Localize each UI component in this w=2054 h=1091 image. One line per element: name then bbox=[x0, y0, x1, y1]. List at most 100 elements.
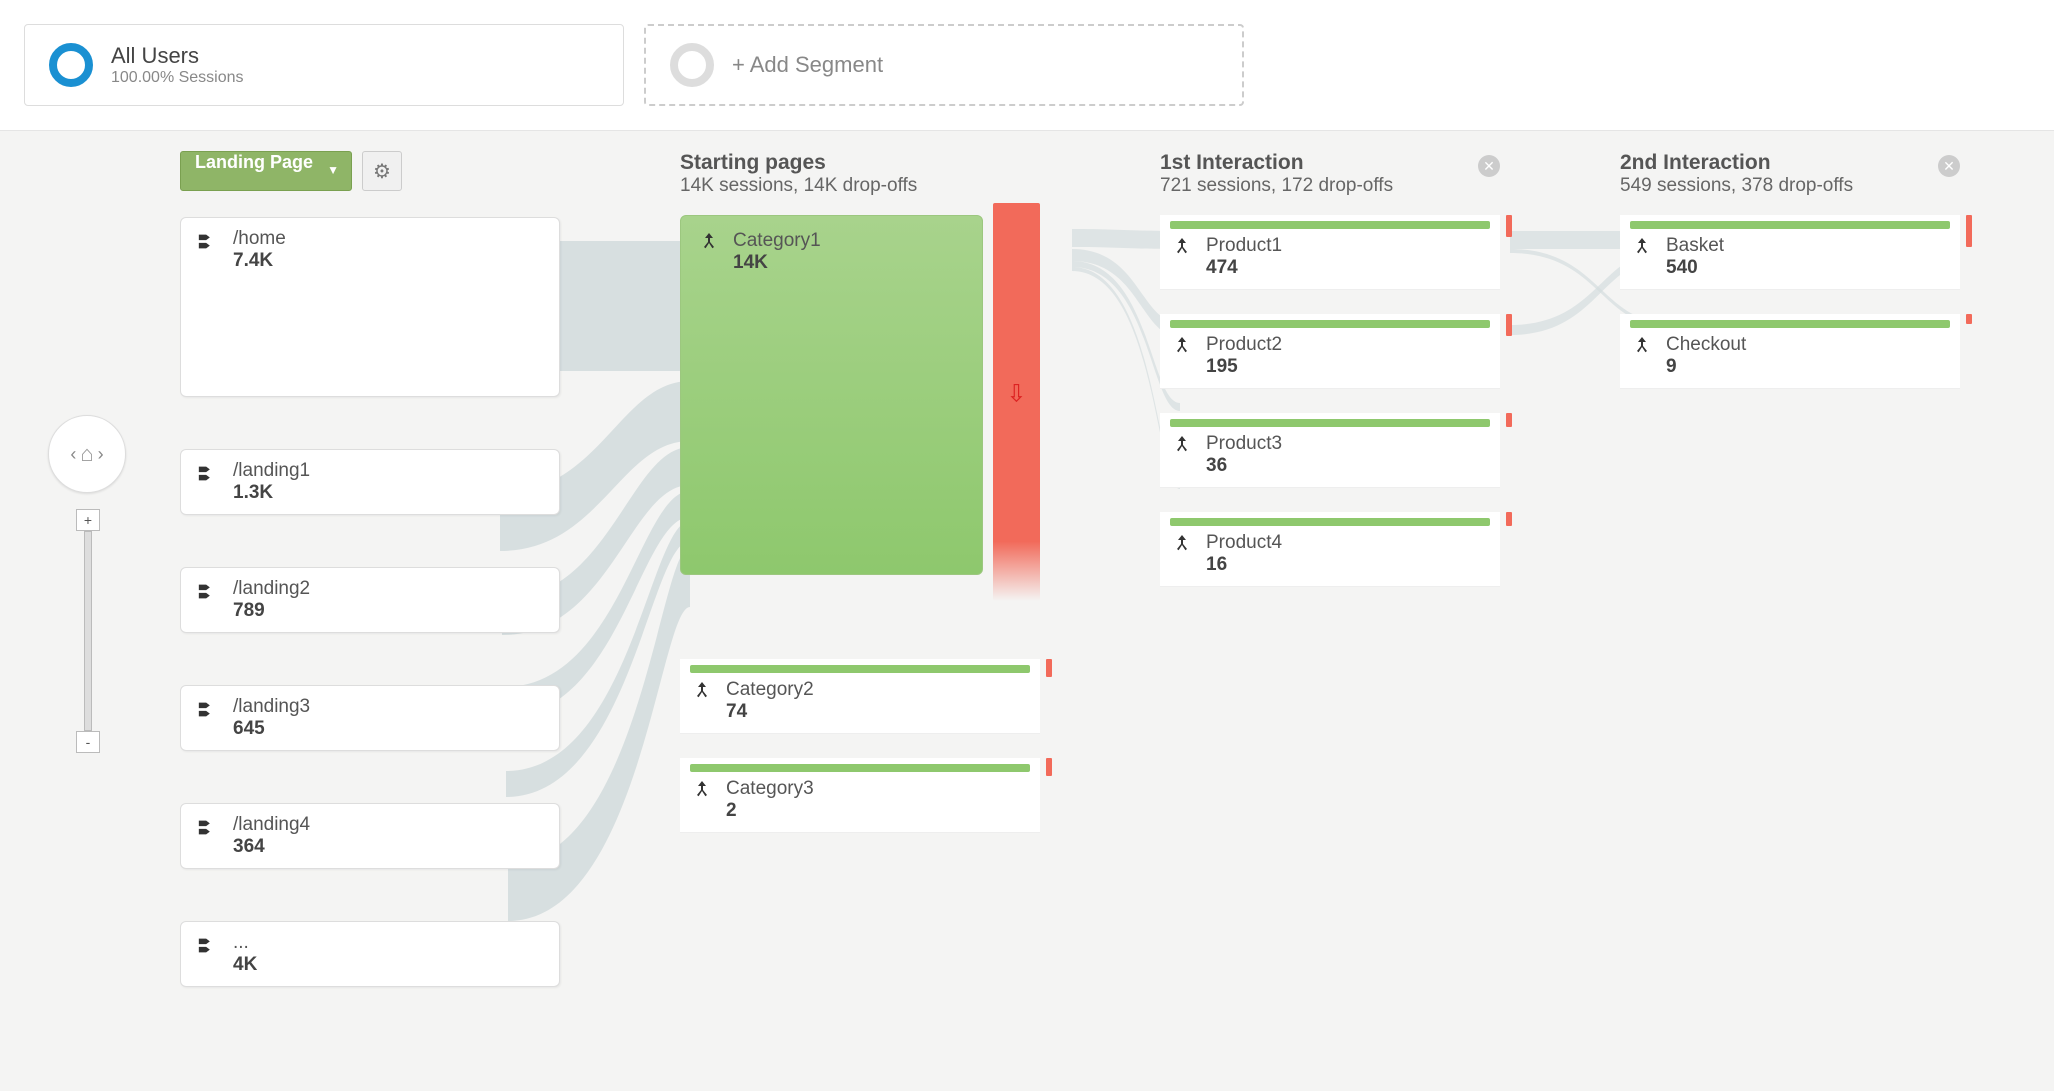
merge-icon bbox=[1170, 235, 1194, 259]
flow-node[interactable]: Category3 2 bbox=[680, 758, 1040, 833]
flow-node[interactable]: Category2 74 bbox=[680, 659, 1040, 734]
segment-subtitle: 100.00% Sessions bbox=[111, 69, 244, 87]
merge-icon bbox=[690, 679, 714, 703]
source-value: 7.4K bbox=[233, 250, 286, 272]
dropoff-mark bbox=[1506, 512, 1512, 526]
col2-title: 1st Interaction bbox=[1160, 151, 1500, 175]
col1-title: Starting pages bbox=[680, 151, 1040, 175]
source-label: /landing2 bbox=[233, 578, 310, 600]
column-second-interaction: 2nd Interaction 549 sessions, 378 drop-o… bbox=[1600, 151, 1980, 1039]
col2-subtitle: 721 sessions, 172 drop-offs bbox=[1160, 175, 1500, 197]
merge-icon bbox=[1170, 532, 1194, 556]
node-label: Product2 bbox=[1206, 334, 1282, 356]
node-label: Category1 bbox=[733, 230, 821, 252]
source-label: /landing3 bbox=[233, 696, 310, 718]
source-arrows-icon bbox=[195, 696, 221, 722]
source-node[interactable]: /home 7.4K bbox=[180, 217, 560, 397]
source-label: /landing4 bbox=[233, 814, 310, 836]
source-label: /home bbox=[233, 228, 286, 250]
merge-icon bbox=[1170, 334, 1194, 358]
source-arrows-icon bbox=[195, 814, 221, 840]
flow-node[interactable]: Checkout 9 bbox=[1620, 314, 1960, 389]
dropoff-mark bbox=[1506, 215, 1512, 237]
throughput-bar bbox=[1170, 320, 1490, 328]
segment-add-circle-icon bbox=[670, 43, 714, 87]
dimension-select[interactable]: Landing Page bbox=[180, 151, 352, 191]
flow-node[interactable]: Product1 474 bbox=[1160, 215, 1500, 290]
col3-close-button[interactable]: ✕ bbox=[1938, 155, 1960, 177]
source-node[interactable]: /landing3 645 bbox=[180, 685, 560, 751]
merge-icon bbox=[1630, 334, 1654, 358]
node-value: 36 bbox=[1206, 455, 1282, 477]
source-node[interactable]: /landing2 789 bbox=[180, 567, 560, 633]
throughput-bar bbox=[690, 665, 1030, 673]
source-label: ... bbox=[233, 932, 257, 954]
dropoff-mark bbox=[1966, 314, 1972, 324]
segment-bar: All Users 100.00% Sessions + Add Segment bbox=[0, 0, 2054, 131]
segment-all-users[interactable]: All Users 100.00% Sessions bbox=[24, 24, 624, 106]
source-arrows-icon bbox=[195, 228, 221, 254]
merge-icon bbox=[1170, 433, 1194, 457]
flow-node[interactable]: Product4 16 bbox=[1160, 512, 1500, 587]
column-first-interaction: 1st Interaction 721 sessions, 172 drop-o… bbox=[1140, 151, 1520, 1039]
dimension-select-label: Landing Page bbox=[195, 152, 313, 172]
col3-title: 2nd Interaction bbox=[1620, 151, 1960, 175]
node-label: Product3 bbox=[1206, 433, 1282, 455]
throughput-bar bbox=[1170, 221, 1490, 229]
dropoff-mark bbox=[1046, 758, 1052, 776]
source-node[interactable]: /landing1 1.3K bbox=[180, 449, 560, 515]
column-landing-page: Landing Page ⚙ /home 7.4K /landing1 1.3K… bbox=[160, 151, 580, 1039]
col3-subtitle: 549 sessions, 378 drop-offs bbox=[1620, 175, 1960, 197]
segment-circle-icon bbox=[49, 43, 93, 87]
dropoff-arrow-icon: ⇩ bbox=[1006, 380, 1026, 409]
node-value: 14K bbox=[733, 252, 821, 274]
source-arrows-icon bbox=[195, 932, 221, 958]
dropoff-bar: ⇩ bbox=[993, 203, 1040, 601]
flow-canvas: ‹ ⌂ › + - Landing Page bbox=[0, 131, 2054, 1091]
throughput-bar bbox=[1170, 419, 1490, 427]
node-label: Checkout bbox=[1666, 334, 1746, 356]
merge-icon bbox=[690, 778, 714, 802]
node-value: 74 bbox=[726, 701, 814, 723]
source-value: 1.3K bbox=[233, 482, 310, 504]
node-category1[interactable]: Category1 14K bbox=[680, 215, 983, 575]
source-arrows-icon bbox=[195, 578, 221, 604]
flow-node[interactable]: Product3 36 bbox=[1160, 413, 1500, 488]
node-value: 2 bbox=[726, 800, 814, 822]
source-value: 645 bbox=[233, 718, 310, 740]
throughput-bar bbox=[690, 764, 1030, 772]
dropoff-mark bbox=[1506, 314, 1512, 336]
source-value: 789 bbox=[233, 600, 310, 622]
node-label: Product1 bbox=[1206, 235, 1282, 257]
add-segment-label: + Add Segment bbox=[732, 52, 883, 78]
node-value: 195 bbox=[1206, 356, 1282, 378]
flow-node[interactable]: Product2 195 bbox=[1160, 314, 1500, 389]
node-label: Category2 bbox=[726, 679, 814, 701]
node-value: 474 bbox=[1206, 257, 1282, 279]
node-label: Basket bbox=[1666, 235, 1724, 257]
source-value: 4K bbox=[233, 954, 257, 976]
dropoff-mark bbox=[1966, 215, 1972, 247]
column-starting-pages: Starting pages 14K sessions, 14K drop-of… bbox=[660, 151, 1060, 1039]
source-label: /landing1 bbox=[233, 460, 310, 482]
settings-button[interactable]: ⚙ bbox=[362, 151, 402, 191]
node-label: Product4 bbox=[1206, 532, 1282, 554]
throughput-bar bbox=[1630, 221, 1950, 229]
col2-close-button[interactable]: ✕ bbox=[1478, 155, 1500, 177]
dropoff-mark bbox=[1506, 413, 1512, 427]
segment-title: All Users bbox=[111, 43, 244, 69]
col1-subtitle: 14K sessions, 14K drop-offs bbox=[680, 175, 1040, 197]
node-label: Category3 bbox=[726, 778, 814, 800]
node-value: 9 bbox=[1666, 356, 1746, 378]
flow-node[interactable]: Basket 540 bbox=[1620, 215, 1960, 290]
node-value: 540 bbox=[1666, 257, 1724, 279]
source-node[interactable]: ... 4K bbox=[180, 921, 560, 987]
add-segment-button[interactable]: + Add Segment bbox=[644, 24, 1244, 106]
dropoff-mark bbox=[1046, 659, 1052, 677]
throughput-bar bbox=[1170, 518, 1490, 526]
merge-icon bbox=[697, 230, 721, 254]
node-value: 16 bbox=[1206, 554, 1282, 576]
source-node[interactable]: /landing4 364 bbox=[180, 803, 560, 869]
merge-icon bbox=[1630, 235, 1654, 259]
source-value: 364 bbox=[233, 836, 310, 858]
